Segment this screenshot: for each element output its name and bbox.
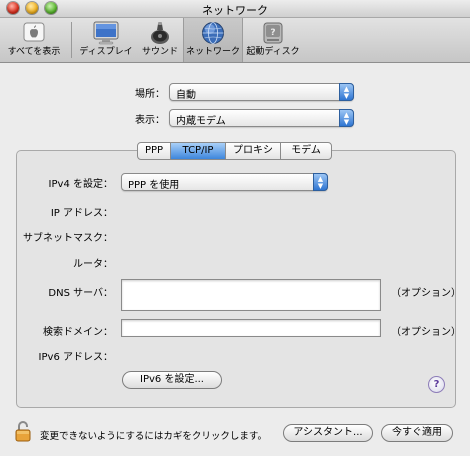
toolbar: すべてを表示 ディスプレイ サウンド ネットワーク ? 起動ディスク: [0, 18, 470, 63]
toolbar-label: 起動ディスク: [246, 47, 300, 57]
popup-arrows-icon: ▲ ▼: [339, 109, 354, 127]
toolbar-label: サウンド: [141, 47, 178, 57]
tab-ppp[interactable]: PPP: [138, 143, 171, 159]
window-title: ネットワーク: [202, 4, 268, 17]
network-preferences-window: ネットワーク すべてを表示 ディスプレイ サウンド ネットワーク ? 起動ディス…: [0, 0, 470, 456]
display-icon: [93, 21, 119, 45]
assistant-button[interactable]: アシスタント...: [283, 424, 373, 442]
toolbar-network[interactable]: ネットワーク: [183, 18, 243, 62]
toolbar-show-all[interactable]: すべてを表示: [2, 18, 66, 62]
configure-ipv4-popup[interactable]: PPP を使用 ▲ ▼: [121, 173, 328, 191]
show-label: 表示：: [135, 115, 165, 126]
location-value: 自動: [176, 90, 196, 101]
tab-proxy[interactable]: プロキシ: [226, 143, 281, 159]
toolbar-separator: [71, 22, 72, 58]
toolbar-display[interactable]: ディスプレイ: [78, 18, 134, 62]
configure-ipv4-label: IPv4 を設定：: [48, 179, 113, 190]
popup-arrows-icon: ▲ ▼: [339, 83, 354, 101]
ip-address-label: IP アドレス：: [50, 208, 113, 219]
toolbar-label: ディスプレイ: [79, 47, 133, 57]
toolbar-label: ネットワーク: [185, 47, 240, 57]
location-popup[interactable]: 自動 ▲ ▼: [169, 83, 354, 101]
tab-tcpip[interactable]: TCP/IP: [171, 143, 226, 159]
subnet-mask-label: サブネットマスク：: [23, 233, 113, 244]
network-globe-icon: [202, 22, 224, 44]
tab-modem[interactable]: モデム: [281, 143, 331, 159]
apple-icon: [23, 22, 45, 42]
unlocked-padlock-icon[interactable]: [14, 420, 32, 442]
title-bar: ネットワーク: [0, 0, 470, 18]
search-domains-field[interactable]: [121, 319, 381, 337]
tab-bar: PPP TCP/IP プロキシ モデム: [137, 142, 332, 160]
disk-icon: ?: [263, 22, 283, 44]
toolbar-sound[interactable]: サウンド: [138, 18, 182, 62]
dns-servers-label: DNS サーバ：: [48, 288, 113, 299]
apply-now-button[interactable]: 今すぐ適用: [381, 424, 453, 442]
search-optional-label: （オプション）: [391, 327, 461, 338]
dns-optional-label: （オプション）: [391, 288, 461, 299]
speaker-icon: [151, 22, 169, 44]
lock-instruction-text: 変更できないようにするにはカギをクリックします。: [40, 431, 267, 442]
show-popup[interactable]: 内蔵モデム ▲ ▼: [169, 109, 354, 127]
svg-text:?: ?: [270, 28, 275, 38]
dns-servers-field[interactable]: [121, 279, 381, 311]
help-button[interactable]: ?: [428, 376, 445, 393]
toolbar-startup-disk[interactable]: ? 起動ディスク: [244, 18, 302, 62]
show-value: 内蔵モデム: [176, 116, 226, 127]
toolbar-label: すべてを表示: [7, 47, 61, 57]
location-label: 場所：: [135, 89, 165, 100]
ipv6-address-label: IPv6 アドレス：: [38, 352, 113, 363]
search-domains-label: 検索ドメイン：: [43, 327, 113, 338]
configure-ipv6-button[interactable]: IPv6 を設定...: [122, 371, 222, 389]
configure-ipv4-value: PPP を使用: [128, 180, 180, 191]
router-label: ルータ：: [73, 259, 113, 270]
popup-arrows-icon: ▲ ▼: [313, 173, 328, 191]
